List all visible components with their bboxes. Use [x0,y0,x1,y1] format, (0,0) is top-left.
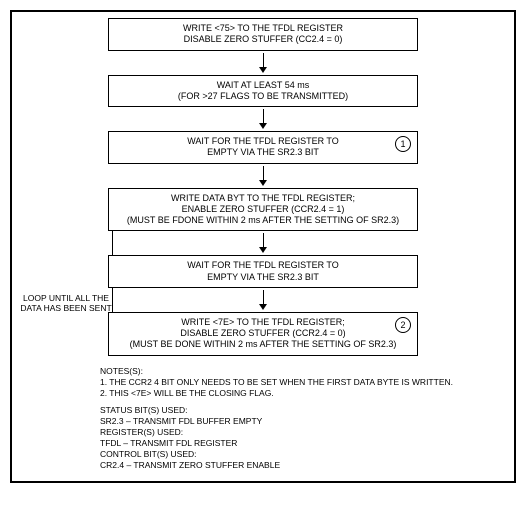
step-text: WAIT AT LEAST 54 ms [117,80,409,91]
step-text: (MUST BE FDONE WITHIN 2 ms AFTER THE SET… [117,215,409,226]
step-3: 1 WAIT FOR THE TFDL REGISTER TO EMPTY VI… [108,131,418,164]
step-2: WAIT AT LEAST 54 ms (FOR >27 FLAGS TO BE… [108,75,418,108]
step-text: WRITE <7E> TO THE TFDL REGISTER; [117,317,409,328]
notes-section: NOTES(S): 1. THE CCR2 4 BIT ONLY NEEDS T… [22,366,504,471]
step-text: DISABLE ZERO STUFFER (CC2.4 = 0) [117,34,409,45]
note-badge-2: 2 [395,317,411,333]
step-1: WRITE <75> TO THE TFDL REGISTER DISABLE … [108,18,418,51]
register-header: REGISTER(S) USED: [100,427,504,438]
arrow-down-icon [259,109,267,129]
arrow-down-icon [259,166,267,186]
control-line: CR2.4 – TRANSMIT ZERO STUFFER ENABLE [100,460,504,471]
step-5: WAIT FOR THE TFDL REGISTER TO EMPTY VIA … [108,255,418,288]
step-text: EMPTY VIA THE SR2.3 BIT [117,147,409,158]
step-text: WAIT FOR THE TFDL REGISTER TO [117,260,409,271]
arrow-down-icon [259,53,267,73]
loop-label: LOOP UNTIL ALL THE DATA HAS BEEN SENT [18,293,114,313]
step-text: (FOR >27 FLAGS TO BE TRANSMITTED) [117,91,409,102]
step-text: EMPTY VIA THE SR2.3 BIT [117,272,409,283]
status-header: STATUS BIT(S) USED: [100,405,504,416]
note-line: 2. THIS <7E> WILL BE THE CLOSING FLAG. [100,388,504,399]
step-text: WRITE <75> TO THE TFDL REGISTER [117,23,409,34]
step-text: WAIT FOR THE TFDL REGISTER TO [117,136,409,147]
step-text: WRITE DATA BYT TO THE TFDL REGISTER; [117,193,409,204]
step-6: 2 WRITE <7E> TO THE TFDL REGISTER; DISAB… [108,312,418,356]
register-line: TFDL – TRANSMIT FDL REGISTER [100,438,504,449]
step-4: WRITE DATA BYT TO THE TFDL REGISTER; ENA… [108,188,418,232]
loop-text: DATA HAS BEEN SENT [18,303,114,313]
notes-header: NOTES(S): [100,366,504,377]
step-text: ENABLE ZERO STUFFER (CCR2.4 = 1) [117,204,409,215]
note-line: 1. THE CCR2 4 BIT ONLY NEEDS TO BE SET W… [100,377,504,388]
status-line: SR2.3 – TRANSMIT FDL BUFFER EMPTY [100,416,504,427]
arrow-down-icon [259,290,267,310]
arrow-down-icon [259,233,267,253]
control-header: CONTROL BIT(S) USED: [100,449,504,460]
diagram-frame: WRITE <75> TO THE TFDL REGISTER DISABLE … [10,10,516,483]
flow-column: WRITE <75> TO THE TFDL REGISTER DISABLE … [22,18,504,356]
loop-region: LOOP UNTIL ALL THE DATA HAS BEEN SENT WR… [22,188,504,288]
loop-text: LOOP UNTIL ALL THE [18,293,114,303]
step-text: (MUST BE DONE WITHIN 2 ms AFTER THE SETT… [117,339,409,350]
step-text: DISABLE ZERO STUFFER (CCR2.4 = 0) [117,328,409,339]
note-badge-1: 1 [395,136,411,152]
